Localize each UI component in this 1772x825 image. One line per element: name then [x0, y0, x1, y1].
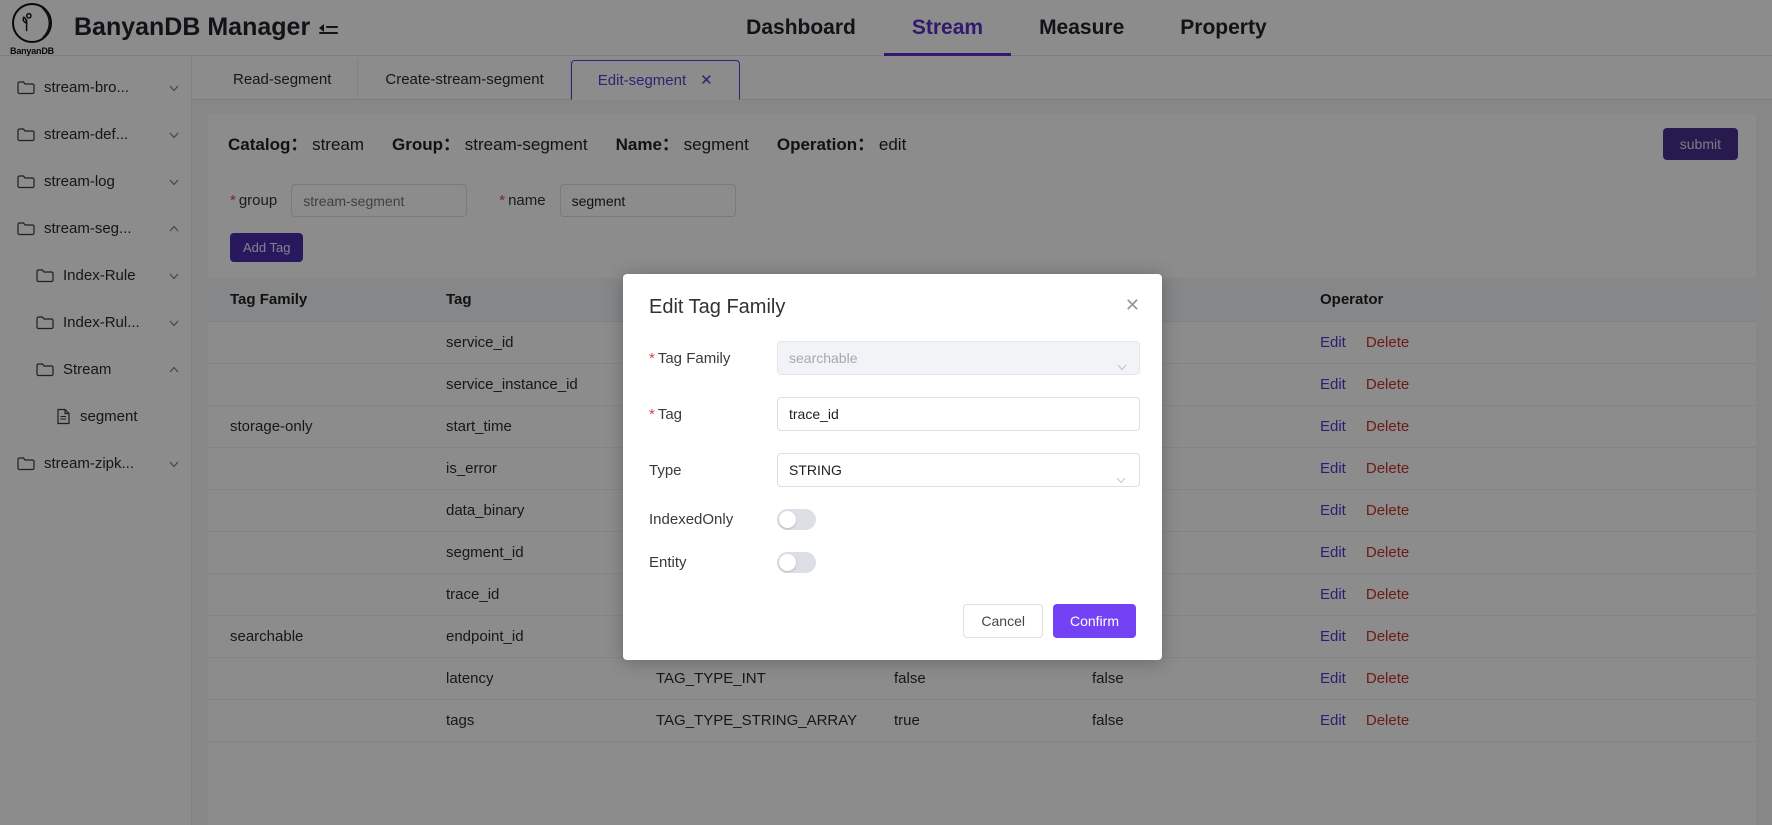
- cancel-button[interactable]: Cancel: [963, 604, 1043, 638]
- type-select[interactable]: STRING: [777, 453, 1140, 487]
- app-root: BanyanDB BanyanDB Manager Dashboard Stre…: [0, 0, 1772, 825]
- type-value: STRING: [789, 462, 842, 478]
- dialog-row-tag-family: *Tag Family searchable: [649, 341, 1136, 375]
- tag-label-text: Tag: [658, 406, 682, 423]
- edit-tag-family-dialog: Edit Tag Family ✕ *Tag Family searchable…: [623, 274, 1162, 660]
- tag-input[interactable]: [777, 397, 1140, 431]
- close-icon[interactable]: ✕: [1125, 296, 1140, 314]
- dialog-row-indexed-only: IndexedOnly: [649, 509, 1136, 530]
- tag-family-label: *Tag Family: [649, 350, 777, 367]
- dialog-row-type: Type STRING: [649, 453, 1136, 487]
- dialog-title: Edit Tag Family: [649, 296, 1136, 319]
- entity-toggle[interactable]: [777, 552, 816, 573]
- required-marker: *: [649, 350, 655, 367]
- type-label: Type: [649, 462, 777, 479]
- toggle-knob: [779, 554, 796, 571]
- tag-family-select[interactable]: searchable: [777, 341, 1140, 375]
- confirm-button[interactable]: Confirm: [1053, 604, 1136, 638]
- dialog-row-entity: Entity: [649, 552, 1136, 573]
- tag-label: *Tag: [649, 406, 777, 423]
- chevron-down-icon: [1115, 465, 1127, 477]
- indexed-only-control: [777, 509, 1136, 530]
- indexed-only-label: IndexedOnly: [649, 511, 777, 528]
- entity-control: [777, 552, 1136, 573]
- type-control: STRING: [777, 453, 1140, 487]
- entity-label: Entity: [649, 554, 777, 571]
- tag-family-control: searchable: [777, 341, 1140, 375]
- required-marker: *: [649, 406, 655, 423]
- tag-control: [777, 397, 1140, 431]
- tag-family-value: searchable: [789, 350, 858, 366]
- indexed-only-toggle[interactable]: [777, 509, 816, 530]
- dialog-row-tag: *Tag: [649, 397, 1136, 431]
- toggle-knob: [779, 511, 796, 528]
- tag-family-label-text: Tag Family: [658, 350, 731, 367]
- dialog-footer: Cancel Confirm: [963, 604, 1136, 638]
- chevron-down-icon: [1116, 352, 1128, 364]
